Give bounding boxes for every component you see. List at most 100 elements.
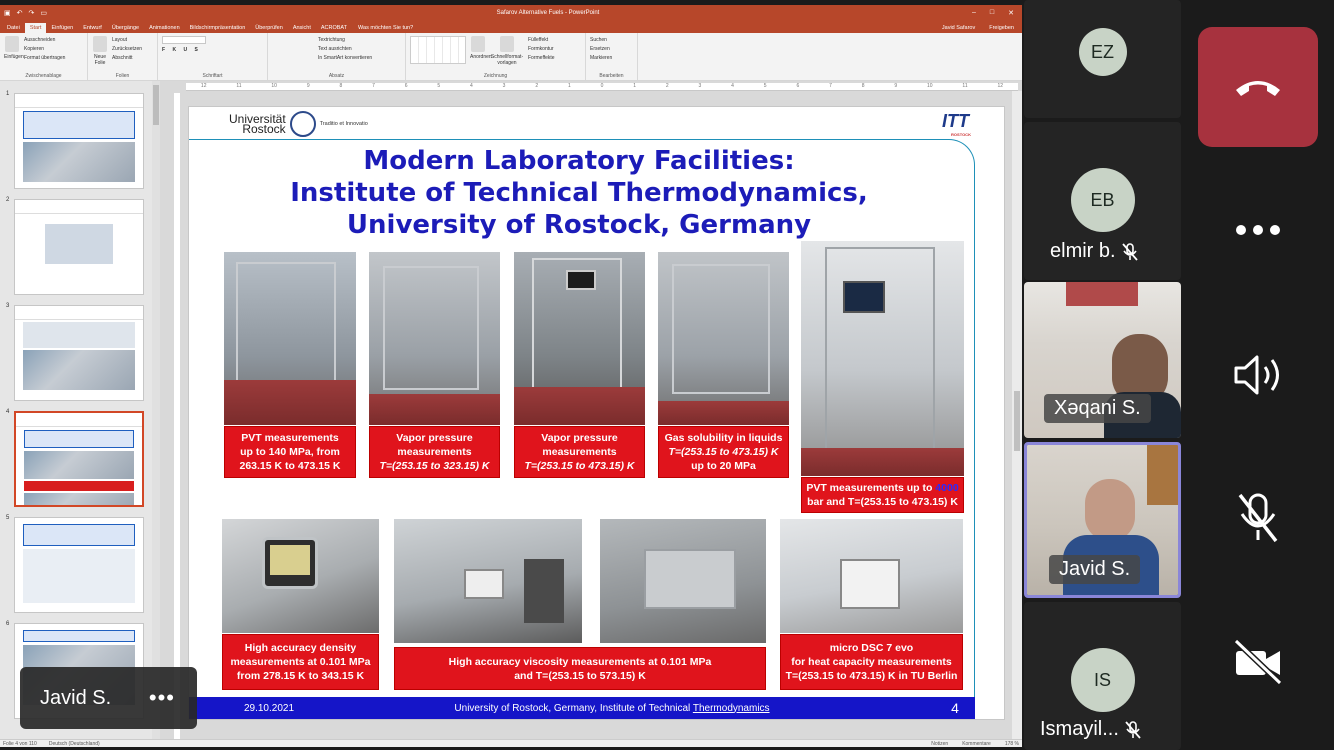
horizontal-ruler: 12 11 10 9 8 7 6 5 4 3 2 1 0 1 2 3 4 5 6 7 8 9 10 11 12 bbox=[186, 83, 1018, 91]
university-seal-icon bbox=[289, 111, 316, 137]
caption-viscosity: High accuracy viscosity measurements at … bbox=[394, 647, 766, 690]
minimize-icon[interactable]: – bbox=[972, 9, 976, 17]
ppt-titlebar: ▣ ↶ ↷ ▭ Safarov Alternative Fuels - Powe… bbox=[0, 5, 1022, 21]
participant-name: Xəqani S. bbox=[1044, 394, 1151, 423]
slide-canvas[interactable]: Universität Rostock Traditio et Innovatio… bbox=[188, 106, 1005, 720]
notes-button[interactable]: Notizen bbox=[931, 741, 948, 747]
mic-muted-icon bbox=[1121, 242, 1138, 261]
thumbnail-1[interactable]: 1 bbox=[2, 91, 147, 189]
leave-call-button[interactable] bbox=[1198, 27, 1318, 147]
vertical-ruler bbox=[174, 93, 180, 739]
caption-pvt-4000bar: PVT measurements up to 4000 bar and T=(25… bbox=[801, 477, 964, 513]
smartart-button[interactable]: In SmartArt konvertieren bbox=[318, 54, 372, 63]
layout-button[interactable]: Layout bbox=[112, 36, 142, 45]
participant-tile-javid-speaking[interactable]: Javid S. bbox=[1024, 442, 1181, 598]
new-slide-icon bbox=[93, 36, 107, 52]
group-label: Schriftart bbox=[202, 73, 223, 79]
caption-density: High accuracy density measurements at 0.1… bbox=[222, 634, 379, 690]
paste-button[interactable]: Einfügen bbox=[4, 36, 24, 70]
select-button[interactable]: Markieren bbox=[590, 54, 612, 63]
find-button[interactable]: Suchen bbox=[590, 36, 612, 45]
tab-transitions[interactable]: Übergänge bbox=[107, 23, 144, 33]
photo-high-pressure-pvt bbox=[801, 241, 964, 476]
shape-effects-button[interactable]: Formeffekte bbox=[528, 54, 555, 63]
format-painter-button[interactable]: Format übertragen bbox=[24, 54, 65, 63]
section-button[interactable]: Abschnitt bbox=[112, 54, 142, 63]
tab-animations[interactable]: Animationen bbox=[144, 23, 185, 33]
footer-institution: University of Rostock, Germany, Institut… bbox=[454, 702, 770, 714]
photo-vapor-pressure-2 bbox=[514, 252, 645, 425]
tab-review[interactable]: Überprüfen bbox=[250, 23, 288, 33]
undo-icon[interactable]: ↶ bbox=[17, 9, 23, 17]
participant-tile-ismayil[interactable]: IS Ismayil... bbox=[1024, 602, 1181, 750]
text-direction-button[interactable]: Textrichtung bbox=[318, 36, 372, 45]
call-controls bbox=[1183, 0, 1334, 750]
group-clipboard: Einfügen Ausschneiden Kopieren Format üb… bbox=[0, 33, 88, 80]
group-label: Zeichnung bbox=[483, 73, 508, 79]
thumbnail-4-active[interactable]: 4 bbox=[2, 409, 147, 507]
tab-start[interactable]: Start bbox=[24, 23, 47, 33]
tell-me-search[interactable]: Was möchten Sie tun? bbox=[352, 23, 419, 33]
thumbnail-2[interactable]: 2 bbox=[2, 197, 147, 295]
replace-button[interactable]: Ersetzen bbox=[590, 45, 612, 54]
ppt-statusbar: Folie 4 von 110 Deutsch (Deutschland) No… bbox=[0, 739, 1022, 747]
tab-insert[interactable]: Einfügen bbox=[46, 23, 78, 33]
group-label: Bearbeiten bbox=[599, 73, 624, 79]
account-name[interactable]: Javid Safarov bbox=[936, 23, 981, 33]
participant-name: Javid S. bbox=[1049, 555, 1141, 584]
speaker-button[interactable] bbox=[1218, 345, 1298, 405]
editor-scrollbar[interactable] bbox=[1012, 91, 1022, 739]
footer-date: 29.10.2021 bbox=[243, 702, 295, 714]
copy-button[interactable]: Kopieren bbox=[24, 45, 65, 54]
arrange-button[interactable]: Anordnen bbox=[470, 36, 492, 70]
self-name: Javid S. bbox=[40, 686, 112, 709]
caption-pvt-140mpa: PVT measurements up to 140 MPa, from 263.1… bbox=[224, 426, 356, 478]
new-slide-button[interactable]: Neue Folie bbox=[92, 36, 108, 70]
tab-acrobat[interactable]: ACROBAT bbox=[316, 23, 352, 33]
shape-outline-button[interactable]: Formkontur bbox=[528, 45, 555, 54]
thumbnail-scrollbar[interactable] bbox=[152, 81, 160, 739]
save-icon[interactable]: ▣ bbox=[4, 9, 11, 17]
microphone-toggle[interactable] bbox=[1218, 488, 1298, 548]
shapes-gallery[interactable] bbox=[410, 36, 466, 64]
shared-screen-powerpoint: ▣ ↶ ↷ ▭ Safarov Alternative Fuels - Powe… bbox=[0, 5, 1022, 747]
redo-icon[interactable]: ↷ bbox=[29, 9, 35, 17]
language-indicator[interactable]: Deutsch (Deutschland) bbox=[49, 741, 100, 747]
participant-tile-xeqani[interactable]: Xəqani S. bbox=[1024, 282, 1181, 438]
photo-vapor-pressure-1 bbox=[369, 252, 500, 425]
cut-button[interactable]: Ausschneiden bbox=[24, 36, 65, 45]
hang-up-icon bbox=[1236, 81, 1280, 96]
font-name-field[interactable] bbox=[162, 36, 206, 44]
photo-viscosity-setup bbox=[394, 519, 582, 643]
more-button[interactable] bbox=[1218, 200, 1298, 260]
present-icon[interactable]: ▭ bbox=[40, 9, 47, 17]
reset-button[interactable]: Zurücksetzen bbox=[112, 45, 142, 54]
thumbnail-5[interactable]: 5 bbox=[2, 515, 147, 613]
camera-toggle[interactable] bbox=[1218, 632, 1298, 692]
maximize-icon[interactable]: □ bbox=[990, 9, 994, 17]
tab-file[interactable]: Datei bbox=[2, 23, 25, 33]
quick-styles-button[interactable]: Schnellformat-vorlagen bbox=[490, 36, 524, 70]
tab-design[interactable]: Entwurf bbox=[78, 23, 107, 33]
zoom-level[interactable]: 178 % bbox=[1005, 741, 1019, 747]
participant-tile-elmir[interactable]: EB elmir b. bbox=[1024, 122, 1181, 280]
comments-button[interactable]: Kommentare bbox=[962, 741, 991, 747]
photo-micro-dsc bbox=[780, 519, 963, 633]
more-options-icon[interactable]: ••• bbox=[149, 685, 175, 711]
share-button[interactable]: Freigeben bbox=[981, 23, 1022, 33]
caption-vapor-pressure-473: Vapor pressure measurements T=(253.15 to 4… bbox=[514, 426, 645, 478]
group-label: Absatz bbox=[328, 73, 345, 79]
group-paragraph: Textrichtung Text ausrichten In SmartArt… bbox=[268, 33, 406, 80]
align-text-button[interactable]: Text ausrichten bbox=[318, 45, 372, 54]
font-format-buttons[interactable]: F K U S bbox=[162, 47, 206, 53]
self-view-tile[interactable]: Javid S. ••• bbox=[20, 667, 197, 729]
thumbnail-3[interactable]: 3 bbox=[2, 303, 147, 401]
tab-slideshow[interactable]: Bildschirmpräsentation bbox=[185, 23, 251, 33]
close-icon[interactable]: ✕ bbox=[1008, 9, 1014, 17]
group-label: Zwischenablage bbox=[25, 73, 62, 79]
tab-view[interactable]: Ansicht bbox=[288, 23, 316, 33]
slide-thumbnail-pane: 1 2 3 4 5 6 bbox=[0, 81, 160, 739]
participant-tile-ez[interactable]: EZ bbox=[1024, 0, 1181, 118]
shape-fill-button[interactable]: Fülleffekt bbox=[528, 36, 555, 45]
window-title: Safarov Alternative Fuels - PowerPoint bbox=[496, 10, 600, 16]
